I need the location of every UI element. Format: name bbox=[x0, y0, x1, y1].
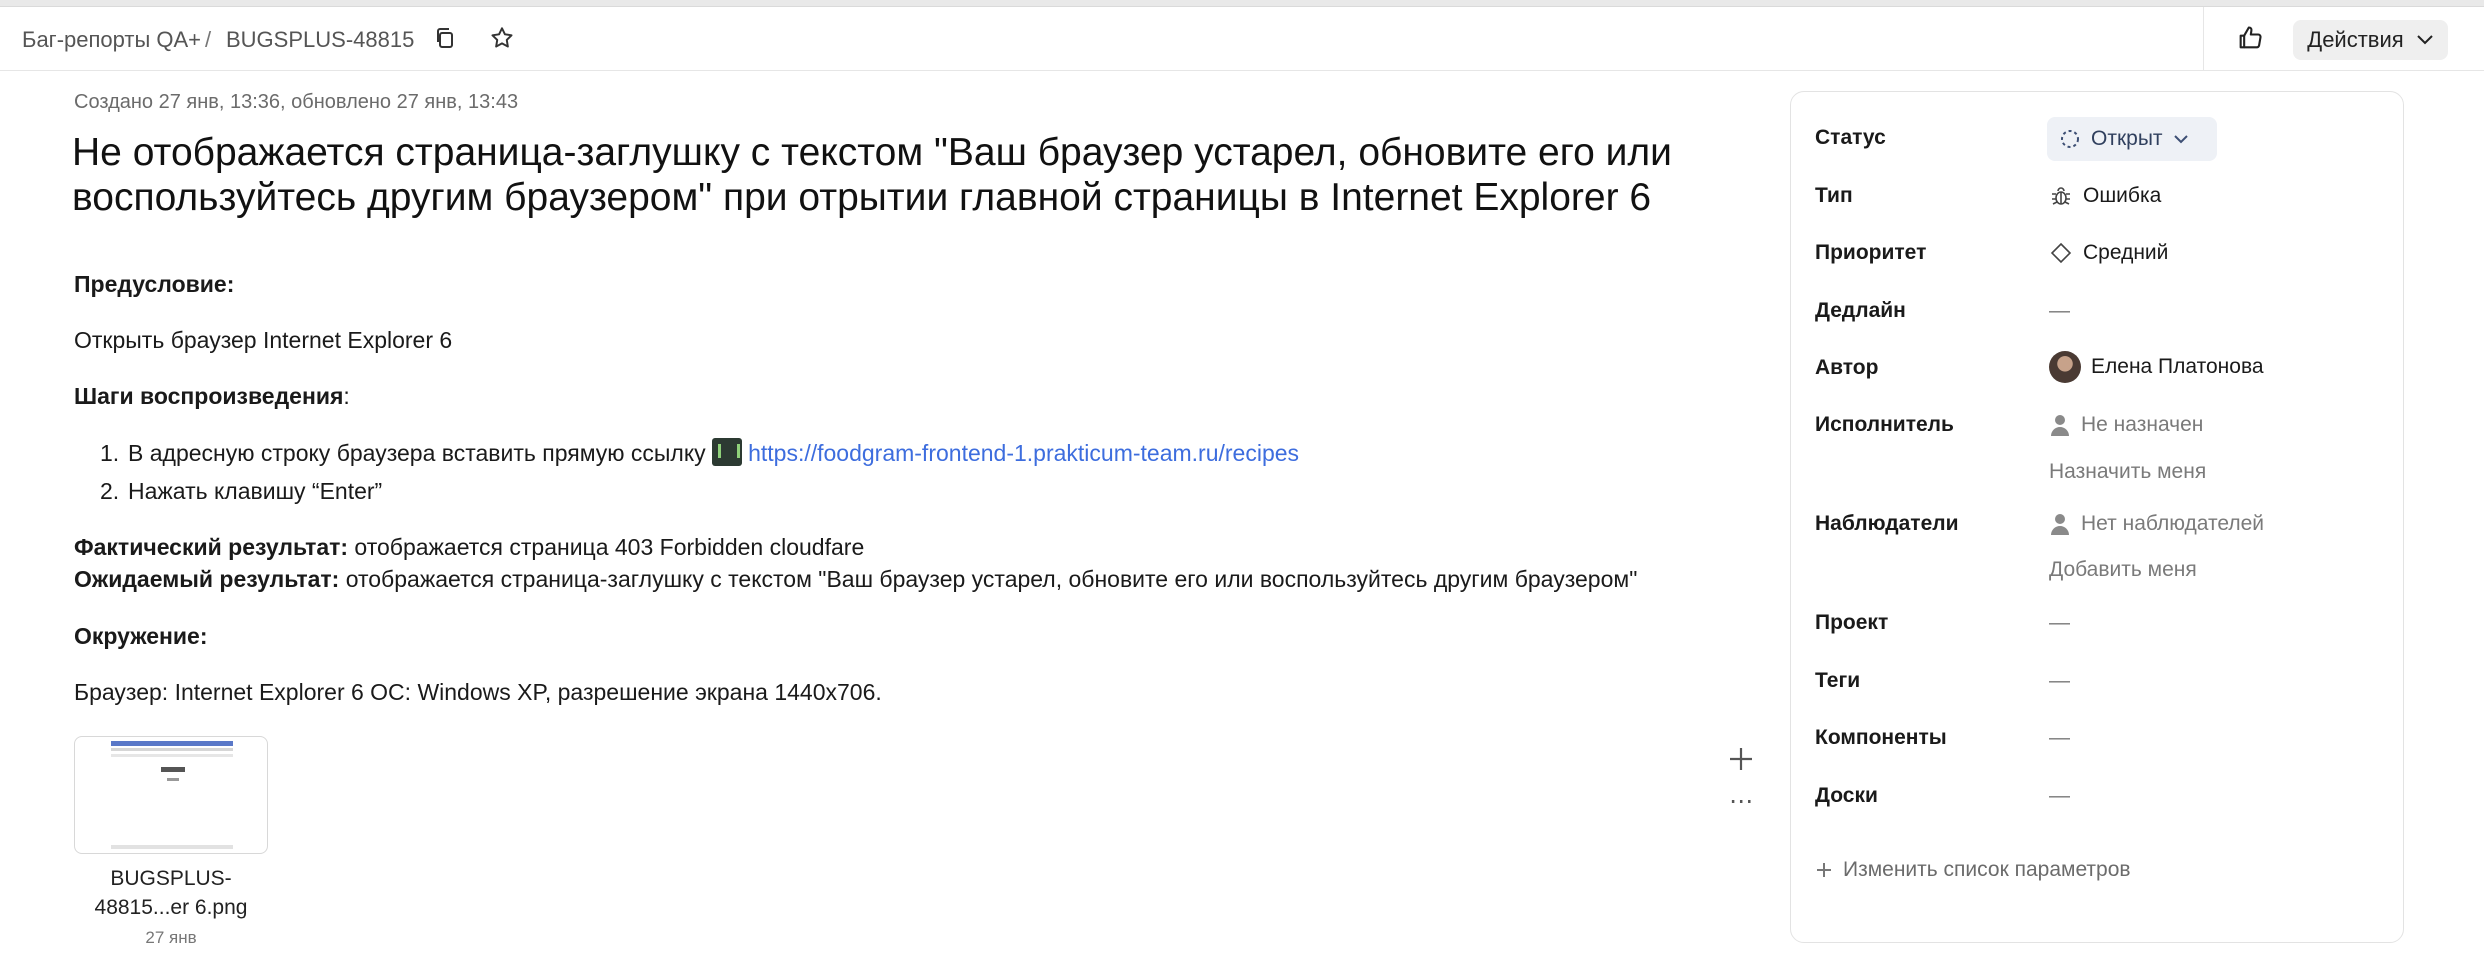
issue-parameters-panel: Статус Открыт Тип Ошибка Приоритет Средн… bbox=[1790, 91, 2404, 943]
thumb-line bbox=[111, 748, 233, 751]
assignee-value[interactable]: Не назначен bbox=[2049, 413, 2203, 437]
expected-result-text: отображается страница-заглушку с текстом… bbox=[339, 566, 1638, 592]
actual-result: Фактический результат: отображается стра… bbox=[74, 534, 864, 561]
link-favicon-icon bbox=[712, 438, 743, 466]
steps-heading-label: Шаги воспроизведения bbox=[74, 383, 344, 409]
author-label: Автор bbox=[1815, 356, 1879, 379]
status-label: Статус bbox=[1815, 126, 1886, 149]
precondition-heading: Предусловие: bbox=[74, 271, 235, 297]
precondition-text: Открыть браузер Internet Explorer 6 bbox=[74, 327, 453, 353]
step-item-2: 2. Нажать клавишу “Enter” bbox=[100, 478, 382, 505]
thumb-footer bbox=[111, 845, 233, 849]
attachment-name[interactable]: BUGSPLUS- 48815...er 6.png bbox=[74, 864, 268, 922]
type-label: Тип bbox=[1815, 184, 1853, 207]
followers-label: Наблюдатели bbox=[1815, 512, 1959, 535]
tags-value[interactable]: — bbox=[2049, 669, 2070, 693]
steps-heading: Шаги воспроизведения: bbox=[74, 383, 350, 410]
priority-label: Приоритет bbox=[1815, 241, 1927, 264]
priority-text: Средний bbox=[2083, 241, 2169, 264]
assignee-label: Исполнитель bbox=[1815, 413, 1954, 436]
expected-result-label: Ожидаемый результат: bbox=[74, 566, 340, 592]
components-label: Компоненты bbox=[1815, 726, 1947, 749]
step-2-number: 2. bbox=[100, 478, 120, 504]
priority-value[interactable]: Средний bbox=[2049, 241, 2168, 265]
environment-text: Браузер: Internet Explorer 6 ОС: Windows… bbox=[74, 679, 882, 705]
status-circle-icon bbox=[2061, 130, 2079, 148]
issue-title[interactable]: Не отображается страница-заглушку с текс… bbox=[72, 130, 1792, 220]
star-icon[interactable] bbox=[485, 21, 519, 55]
deadline-label: Дедлайн bbox=[1815, 299, 1906, 322]
thumbs-up-icon[interactable] bbox=[2233, 21, 2267, 55]
breadcrumb-queue[interactable]: Баг-репорты QA+ bbox=[22, 27, 201, 53]
assignee-text: Не назначен bbox=[2081, 413, 2204, 436]
bug-icon bbox=[2052, 187, 2070, 205]
thumb-heading bbox=[161, 767, 185, 772]
copy-icon[interactable] bbox=[428, 21, 462, 55]
assign-me-link[interactable]: Назначить меня bbox=[2049, 460, 2206, 484]
actions-label: Действия bbox=[2307, 27, 2404, 52]
person-icon bbox=[2051, 415, 2069, 436]
status-dropdown[interactable]: Открыт bbox=[2047, 117, 2217, 161]
thumb-subtext bbox=[167, 778, 179, 781]
actual-result-text: отображается страница 403 Forbidden clou… bbox=[348, 534, 865, 560]
author-value[interactable]: Елена Платонова bbox=[2049, 351, 2264, 383]
actual-result-label: Фактический результат: bbox=[74, 534, 349, 560]
more-icon[interactable]: ⋯ bbox=[1726, 790, 1756, 814]
add-me-link[interactable]: Добавить меня bbox=[2049, 558, 2197, 582]
chevron-down-icon bbox=[2416, 35, 2433, 45]
recipes-link[interactable]: https://foodgram-frontend-1.prakticum-te… bbox=[748, 440, 1299, 466]
environment-heading: Окружение: bbox=[74, 623, 208, 649]
type-value[interactable]: Ошибка bbox=[2049, 184, 2161, 208]
plus-icon bbox=[1817, 863, 1831, 877]
status-value: Открыт bbox=[2091, 127, 2163, 150]
author-name: Елена Платонова bbox=[2091, 355, 2264, 378]
boards-label: Доски bbox=[1815, 784, 1878, 807]
followers-value[interactable]: Нет наблюдателей bbox=[2049, 512, 2264, 536]
project-label: Проект bbox=[1815, 611, 1889, 634]
components-value[interactable]: — bbox=[2049, 726, 2070, 750]
header-divider bbox=[2203, 7, 2204, 71]
boards-value[interactable]: — bbox=[2049, 784, 2070, 808]
step-1-text: В адресную строку браузера вставить прям… bbox=[128, 440, 706, 466]
step-2-text: Нажать клавишу “Enter” bbox=[128, 478, 383, 504]
breadcrumb-issue-key[interactable]: BUGSPLUS-48815 bbox=[226, 27, 414, 53]
diamond-icon bbox=[2050, 242, 2072, 264]
chevron-down-icon bbox=[2173, 135, 2188, 144]
breadcrumb-separator: / bbox=[205, 27, 212, 52]
attachment-date: 27 янв bbox=[145, 928, 197, 947]
avatar bbox=[2049, 351, 2081, 383]
attachment-name-line-2: 48815...er 6.png bbox=[94, 896, 248, 919]
followers-text: Нет наблюдателей bbox=[2081, 512, 2265, 535]
attachment-thumbnail[interactable] bbox=[74, 736, 268, 854]
actions-button[interactable]: Действия bbox=[2293, 20, 2448, 60]
type-text: Ошибка bbox=[2083, 184, 2162, 207]
change-params-label: Изменить список параметров bbox=[1843, 858, 2131, 881]
project-value[interactable]: — bbox=[2049, 611, 2070, 635]
step-1-number: 1. bbox=[100, 440, 120, 466]
attachment-name-line-1: BUGSPLUS- bbox=[110, 867, 232, 890]
issue-meta: Создано 27 янв, 13:36, обновлено 27 янв,… bbox=[74, 91, 519, 113]
plus-icon[interactable] bbox=[1726, 744, 1756, 774]
expected-result: Ожидаемый результат: отображается страни… bbox=[74, 566, 1637, 593]
thumb-line bbox=[111, 754, 233, 757]
issue-header: Баг-репорты QA+ / BUGSPLUS-48815 Действи… bbox=[0, 7, 2484, 71]
person-icon bbox=[2051, 514, 2069, 535]
deadline-value[interactable]: — bbox=[2049, 299, 2070, 323]
steps-heading-colon: : bbox=[343, 383, 350, 409]
tags-label: Теги bbox=[1815, 669, 1861, 692]
thumb-header-bar bbox=[111, 741, 233, 746]
change-params-button[interactable]: Изменить список параметров bbox=[1815, 858, 2131, 882]
step-item-1: 1. В адресную строку браузера вставить пр… bbox=[100, 438, 1299, 467]
window-top-edge bbox=[0, 0, 2484, 7]
